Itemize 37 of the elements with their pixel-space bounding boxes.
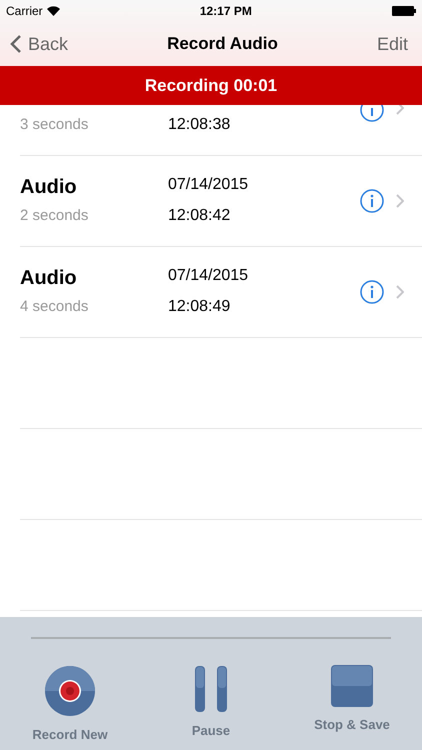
info-button[interactable]	[360, 189, 404, 213]
chevron-right-icon	[396, 285, 404, 299]
edit-button[interactable]: Edit	[376, 34, 408, 54]
recording-date: 07/14/2015	[168, 266, 250, 286]
stop-button[interactable]: Stop & Save	[282, 665, 422, 742]
info-icon	[360, 189, 384, 213]
battery-icon	[392, 6, 416, 16]
recording-date: 07/14/2015	[168, 176, 250, 194]
recording-time: 12:08:38	[168, 116, 230, 133]
recording-row[interactable]: Audio 2 seconds 07/14/2015 12:08:42	[20, 156, 422, 247]
info-icon	[360, 280, 384, 304]
chevron-right-icon	[396, 105, 404, 115]
pause-icon	[194, 665, 228, 713]
info-button[interactable]	[360, 105, 404, 122]
recording-time: 12:08:49	[168, 298, 232, 316]
back-button[interactable]: Back	[10, 34, 68, 54]
wifi-icon	[46, 6, 60, 16]
record-icon	[44, 665, 96, 717]
screen-title: Record Audio	[167, 34, 278, 54]
recording-duration: 2 seconds	[20, 206, 90, 226]
recording-title: Audio	[20, 176, 78, 198]
recording-duration: 4 seconds	[20, 298, 90, 316]
info-button[interactable]	[360, 280, 404, 304]
recording-duration: 3 seconds	[20, 116, 88, 133]
pause-button[interactable]: Pause	[141, 665, 281, 742]
recording-row[interactable]: Audio 4 seconds 07/14/2015 12:08:49	[20, 247, 422, 338]
carrier-label: Carrier	[6, 4, 43, 18]
record-button[interactable]: Record New	[0, 665, 140, 742]
recording-time: 12:08:42	[168, 206, 232, 226]
status-time: 12:17 PM	[200, 4, 252, 18]
stop-icon	[331, 665, 373, 707]
recording-title: Audio	[20, 266, 78, 290]
recording-row[interactable]: 3 seconds 12:08:38	[20, 105, 422, 156]
recording-banner: Recording 00:01	[0, 66, 422, 105]
chevron-left-icon	[10, 34, 22, 54]
info-icon	[360, 105, 384, 122]
chevron-right-icon	[396, 194, 404, 208]
